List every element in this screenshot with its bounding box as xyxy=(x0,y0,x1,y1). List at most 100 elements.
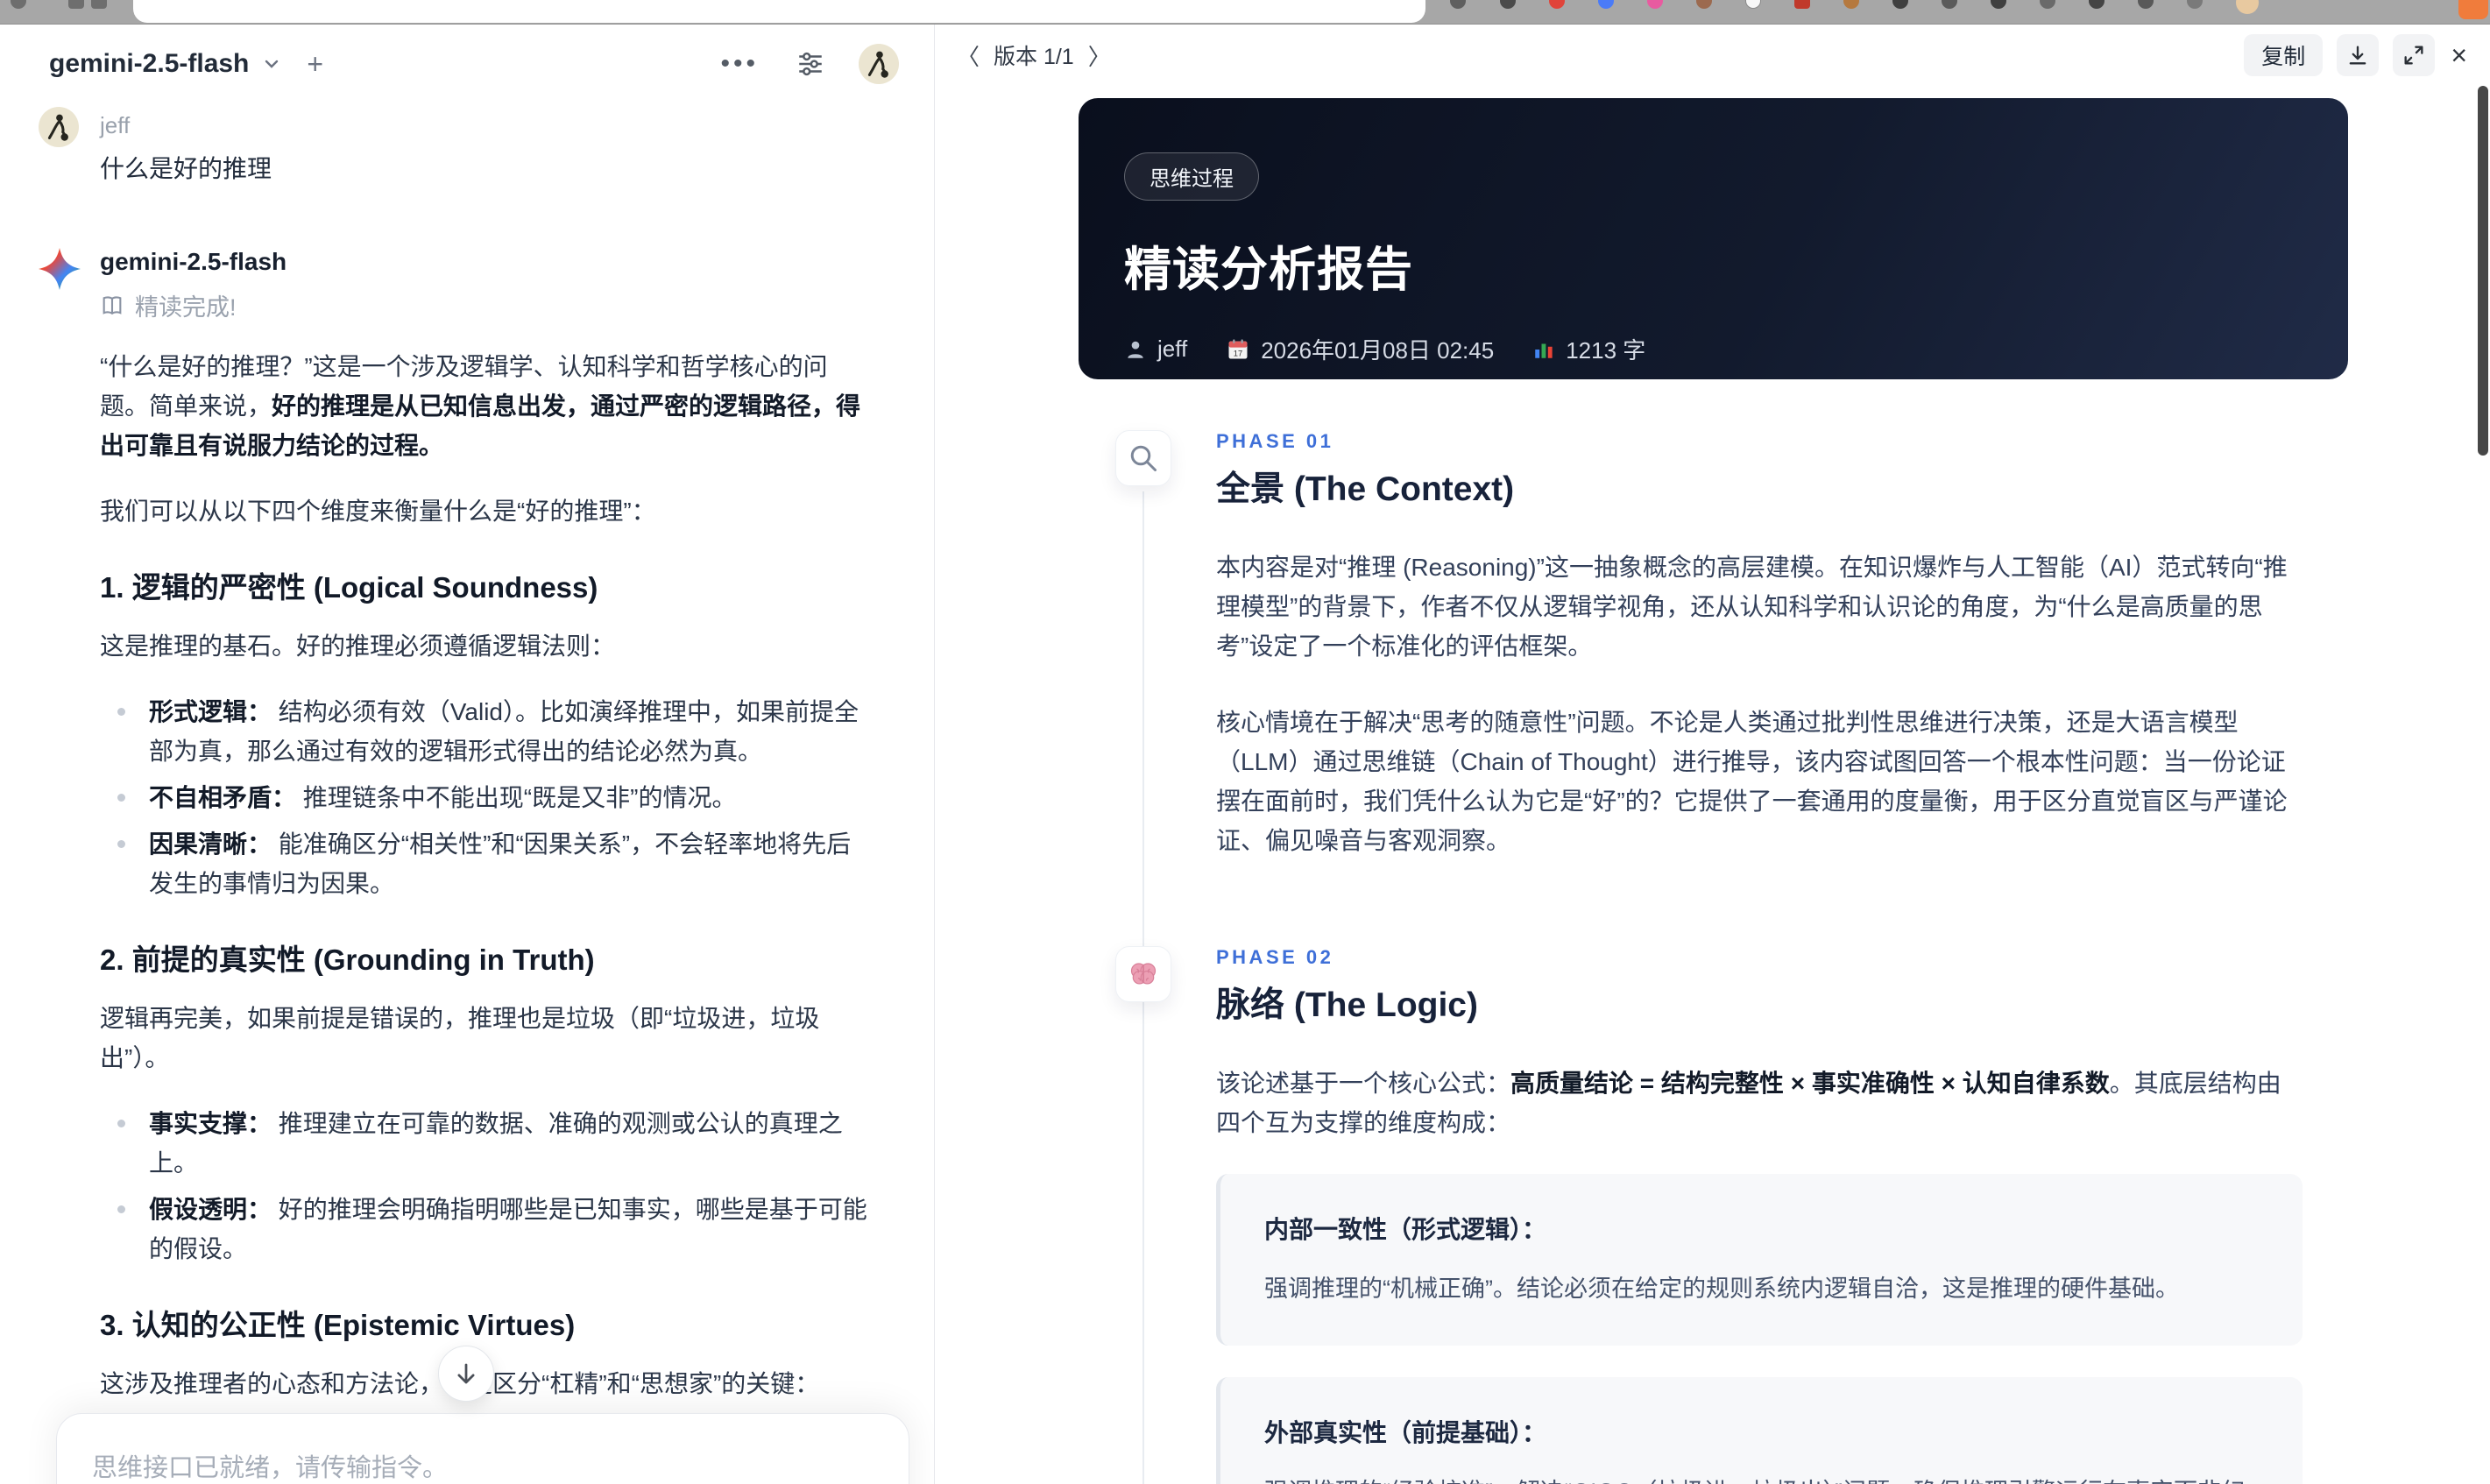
message-list: jeff 什么是好的推理 gemini-2.5-flash 精读完成! “什么是… xyxy=(0,93,934,1484)
report-date: 17 2026年01月08日 02:45 xyxy=(1226,333,1494,365)
artifact-panel: 〈 版本 1/1 〉 复制 × 思维过程 精读分析报告 jeff 17 2026… xyxy=(935,25,2490,1484)
copy-button[interactable]: 复制 xyxy=(2244,34,2324,76)
expand-icon xyxy=(2404,46,2423,65)
extension-icon[interactable] xyxy=(1549,0,1565,9)
extension-icon[interactable] xyxy=(1500,0,1516,9)
report-author: jeff xyxy=(1124,336,1187,363)
extension-icon[interactable] xyxy=(1794,0,1810,9)
report-title: 精读分析报告 xyxy=(1124,244,1413,296)
report-phases: PHASE 01 全景 (The Context) 本内容是对“推理 (Reas… xyxy=(1079,430,2348,1484)
report-document: 思维过程 精读分析报告 jeff 17 2026年01月08日 02:45 12… xyxy=(1079,98,2348,1484)
composer-input[interactable]: 思维接口已就绪，请传输指令。 xyxy=(92,1447,874,1484)
extension-icon[interactable] xyxy=(2089,0,2104,9)
chat-panel: gemini-2.5-flash + ••• jeff 什么是好的推理 gemi… xyxy=(0,25,934,1484)
browser-extensions-icon[interactable] xyxy=(68,0,84,9)
paragraph: 我们可以从以下四个维度来衡量什么是“好的推理”： xyxy=(100,498,656,525)
phase-paragraph: 本内容是对“推理 (Reasoning)”这一抽象概念的高层建模。在知识爆炸与人… xyxy=(1216,554,2288,660)
report-header: 思维过程 精读分析报告 jeff 17 2026年01月08日 02:45 12… xyxy=(1079,98,2348,379)
version-next-icon[interactable]: 〉 xyxy=(1088,39,1111,72)
calendar-icon: 17 xyxy=(1228,338,1248,358)
user-message: jeff 什么是好的推理 xyxy=(39,107,881,185)
list-item: 形式逻辑： 结构必须有效（Valid）。比如演绎推理中，如果前提全部为真，那么通… xyxy=(100,692,871,771)
list-item: 因果清晰： 能准确区分“相关性”和“因果关系”，不会轻率地将先后发生的事情归为因… xyxy=(100,824,871,903)
brain-icon xyxy=(1115,946,1171,1002)
phase-title: 脉络 (The Logic) xyxy=(1216,986,1478,1024)
scroll-to-bottom-button[interactable] xyxy=(438,1346,494,1402)
logic-card-title: 外部真实性（前提基础）： xyxy=(1264,1419,1547,1446)
extension-icon[interactable] xyxy=(2138,0,2154,9)
new-chat-button[interactable]: + xyxy=(307,48,323,81)
download-button[interactable] xyxy=(2337,34,2380,76)
browser-profile-avatar[interactable] xyxy=(2236,0,2259,14)
magnifier-icon xyxy=(1115,430,1171,486)
logic-card-body: 强调推理的“机械正确”。结论必须在给定的规则系统内逻辑自洽，这是推理的硬件基础。 xyxy=(1264,1276,2179,1302)
expand-button[interactable] xyxy=(2393,34,2436,76)
assistant-message: gemini-2.5-flash 精读完成! “什么是好的推理？”这是一个涉及逻… xyxy=(39,248,881,1484)
paragraph: “什么是好的推理？”这是一个涉及逻辑学、认知科学和哲学核心的问题。简单来说，好的… xyxy=(100,353,861,459)
user-message-avatar xyxy=(39,107,79,185)
chat-header: gemini-2.5-flash + ••• xyxy=(0,25,934,93)
close-icon[interactable]: × xyxy=(2451,39,2467,72)
extension-icon[interactable] xyxy=(1647,0,1663,9)
chevron-down-icon[interactable] xyxy=(261,53,282,74)
version-label: 版本 1/1 xyxy=(994,45,1074,69)
extension-icon[interactable] xyxy=(1598,0,1614,9)
extension-icon[interactable] xyxy=(1450,0,1466,9)
logic-card: 内部一致性（形式逻辑）： 强调推理的“机械正确”。结论必须在给定的规则系统内逻辑… xyxy=(1216,1174,2303,1346)
user-avatar[interactable] xyxy=(859,44,899,84)
phase-logic: PHASE 02 脉络 (The Logic) 该论述基于一个核心公式：高质量结… xyxy=(1079,946,2348,1484)
extension-icon[interactable] xyxy=(1991,0,2006,9)
more-options-icon[interactable]: ••• xyxy=(720,51,759,77)
logic-card: 外部真实性（前提基础）： 强调推理的“经验校准”。解决“GIGO（垃圾进，垃圾出… xyxy=(1216,1377,2303,1484)
download-icon xyxy=(2349,46,2366,65)
artifact-toolbar: 〈 版本 1/1 〉 复制 × xyxy=(935,25,2490,81)
phase-label: PHASE 02 xyxy=(1216,946,1334,968)
extension-icon[interactable] xyxy=(1942,0,1957,9)
version-prev-icon[interactable]: 〈 xyxy=(957,39,980,72)
report-word-count: 1213 字 xyxy=(1532,333,1645,365)
list-item: 事实支撑： 推理建立在可靠的数据、准确的观测或公认的真理之上。 xyxy=(100,1104,871,1183)
user-message-text: 什么是好的推理 xyxy=(100,155,272,182)
phase-paragraph: 该论述基于一个核心公式：高质量结论 = 结构完整性 × 事实准确性 × 认知自律… xyxy=(1216,1070,2281,1136)
browser-back-icon[interactable] xyxy=(11,0,26,9)
report-badge: 思维过程 xyxy=(1124,152,1259,201)
list-item: 假设透明： 好的推理会明确指明哪些是已知事实，哪些是基于可能的假设。 xyxy=(100,1190,871,1268)
extension-icon[interactable] xyxy=(2040,0,2055,9)
gemini-star-icon xyxy=(39,248,81,1484)
settings-sliders-icon[interactable] xyxy=(796,49,825,79)
extension-icon[interactable] xyxy=(1843,0,1859,9)
section-heading: 3. 认知的公正性 (Epistemic Virtues) xyxy=(100,1309,576,1341)
scrollbar[interactable] xyxy=(2478,86,2488,456)
book-icon xyxy=(100,293,124,318)
user-name: jeff xyxy=(100,112,131,138)
phase-label: PHASE 01 xyxy=(1216,430,1334,452)
browser-menu-icon[interactable] xyxy=(2458,0,2488,19)
extension-icon[interactable] xyxy=(1745,0,1761,9)
section-lead: 逻辑再完美，如果前提是错误的，推理也是垃圾（即“垃圾进，垃圾出”）。 xyxy=(100,1005,820,1071)
section-lead: 这是推理的基石。好的推理必须遵循逻辑法则： xyxy=(100,632,616,660)
model-selector[interactable]: gemini-2.5-flash xyxy=(49,49,249,79)
logic-card-body: 强调推理的“经验校准”。解决“GIGO（垃圾进，垃圾出）”问题，确保推理引擎运行… xyxy=(1264,1472,2259,1484)
assistant-status-text: 精读完成! xyxy=(135,294,237,321)
svg-text:17: 17 xyxy=(1234,349,1242,357)
report-meta: jeff 17 2026年01月08日 02:45 1213 字 xyxy=(1124,333,2303,365)
bullet-list: 事实支撑： 推理建立在可靠的数据、准确的观测或公认的真理之上。 假设透明： 好的… xyxy=(100,1104,871,1268)
assistant-status: 精读完成! xyxy=(100,288,871,322)
phase-context: PHASE 01 全景 (The Context) 本内容是对“推理 (Reas… xyxy=(1079,430,2348,860)
extension-icon[interactable] xyxy=(1696,0,1712,9)
list-item: 不自相矛盾： 推理链条中不能出现“既是又非”的情况。 xyxy=(100,778,871,817)
bar-chart-icon xyxy=(1535,343,1553,358)
message-composer[interactable]: 思维接口已就绪，请传输指令。 + xyxy=(56,1413,909,1484)
section-heading: 1. 逻辑的严密性 (Logical Soundness) xyxy=(100,571,598,604)
person-icon xyxy=(1128,341,1143,358)
browser-address-bar[interactable] xyxy=(133,0,1425,23)
assistant-response: “什么是好的推理？”这是一个涉及逻辑学、认知科学和哲学核心的问题。简单来说，好的… xyxy=(100,347,871,1484)
arrow-down-icon xyxy=(457,1363,475,1384)
browser-toolbar xyxy=(0,0,2490,25)
extension-icon[interactable] xyxy=(2187,0,2203,9)
browser-grid-icon[interactable] xyxy=(91,0,107,9)
extension-icon[interactable] xyxy=(1892,0,1908,9)
phase-paragraph: 核心情境在于解决“思考的随意性”问题。不论是人类通过批判性思维进行决策，还是大语… xyxy=(1216,709,2288,854)
logic-card-title: 内部一致性（形式逻辑）： xyxy=(1264,1216,1547,1243)
section-heading: 2. 前提的真实性 (Grounding in Truth) xyxy=(100,943,595,976)
